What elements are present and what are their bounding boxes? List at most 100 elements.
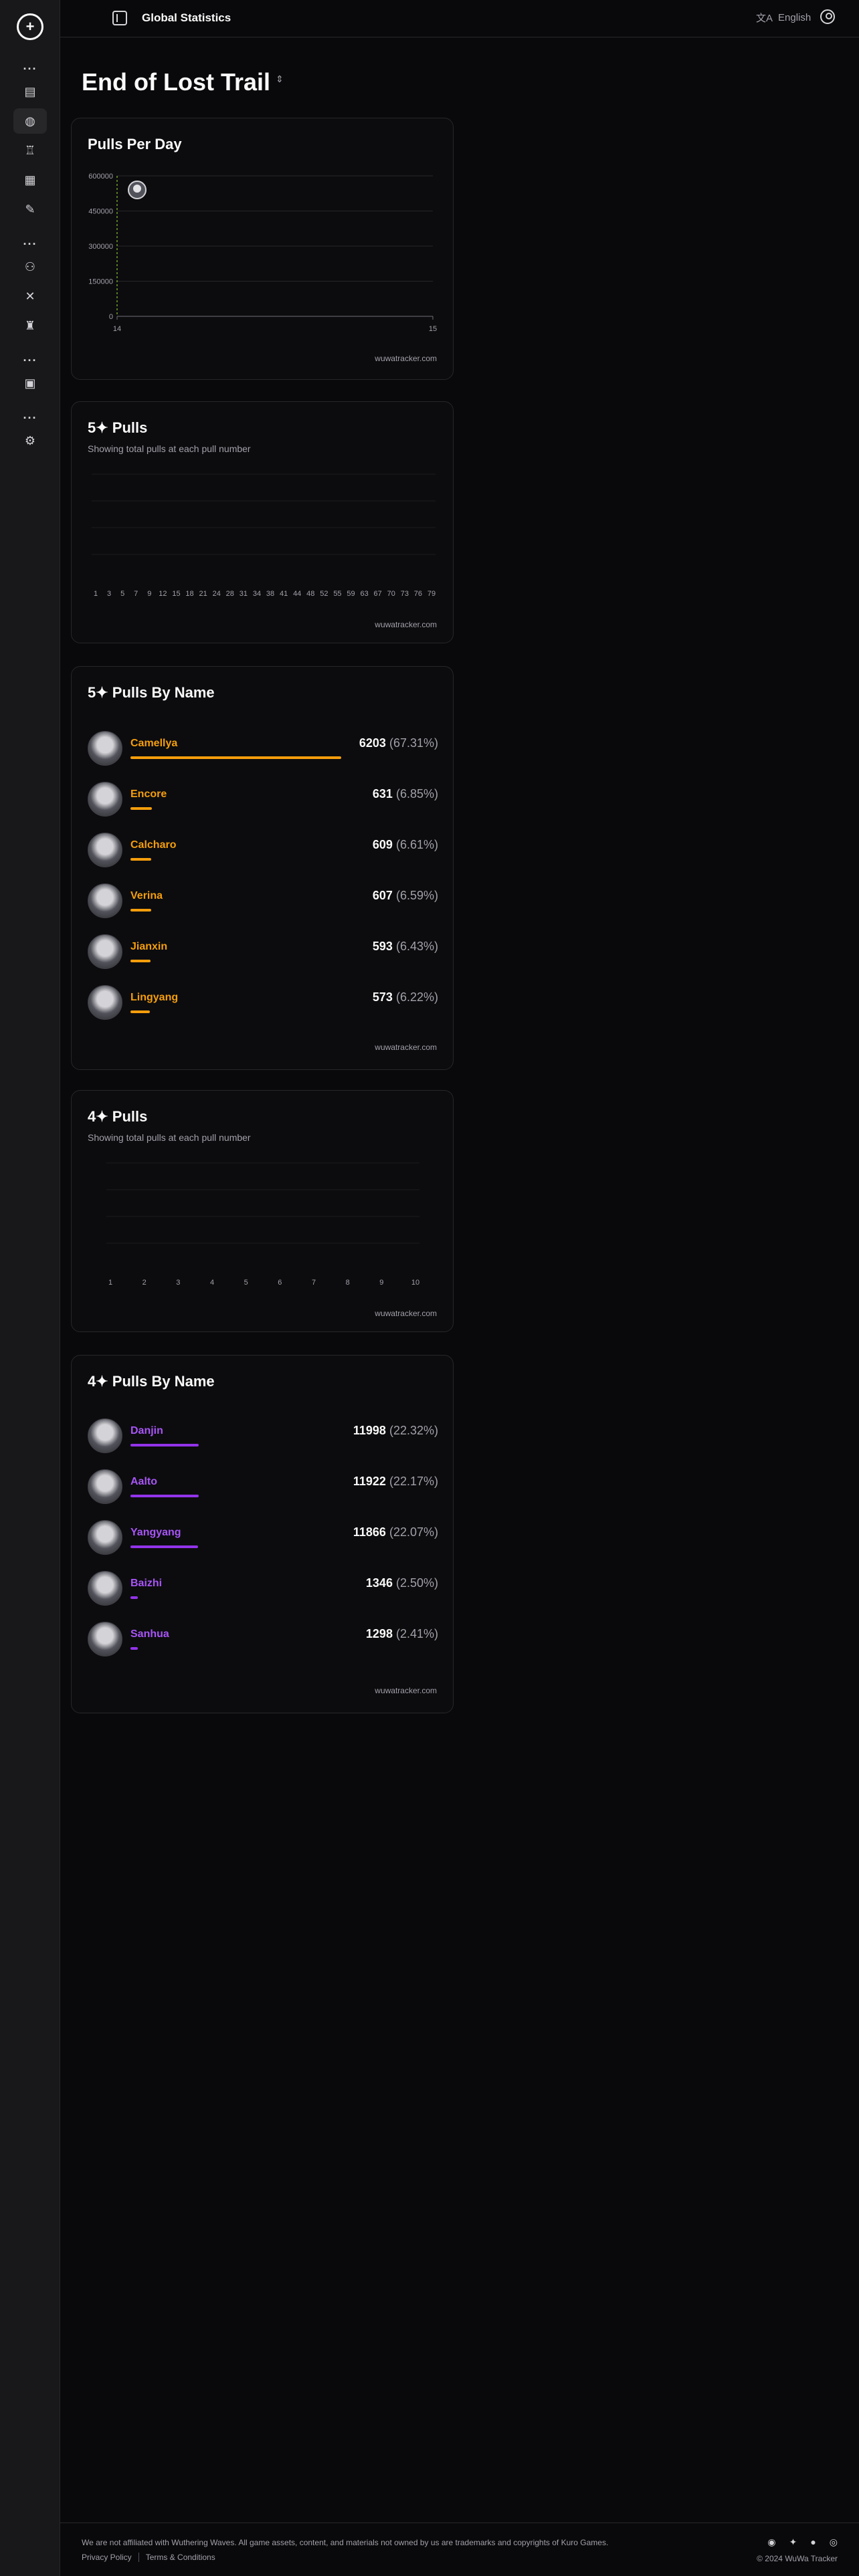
sidebar-more-icon[interactable]: ··· [13, 56, 47, 82]
x-tick-label: 15 [429, 325, 437, 333]
x-tick-label: 79 [427, 590, 436, 598]
character-name: Camellya [130, 738, 178, 749]
x-tick-label: 15 [172, 590, 180, 598]
character-row: Camellya 6203 (67.31%) [88, 731, 438, 771]
pull-count: 1298 [365, 1627, 393, 1640]
pull-count: 607 [372, 889, 393, 902]
character-count: 609 (6.61%) [373, 838, 438, 852]
sidebar-item-characters-icon[interactable]: ⚇ [13, 254, 47, 280]
watermark: wuwatracker.com [375, 620, 437, 629]
x-tick-label: 3 [176, 1279, 180, 1287]
character-row: Calcharo 609 (6.61%) [88, 833, 438, 873]
data-point-avatar [133, 185, 141, 193]
reddit-icon[interactable]: ● [810, 2537, 816, 2548]
banner-select-chevron-icon[interactable]: ⇕ [276, 74, 284, 85]
x-tick-label: 18 [185, 590, 193, 598]
user-account-icon[interactable] [820, 9, 835, 24]
watermark: wuwatracker.com [371, 1686, 437, 1695]
pulls-per-day-chart: 600000 450000 300000 150000 014 15 [88, 173, 437, 333]
pull-percent: (2.41%) [395, 1627, 438, 1640]
character-count: 11922 (22.17%) [353, 1475, 438, 1489]
app-logo-icon[interactable]: + [17, 13, 43, 40]
pulls-per-day-card: Pulls Per Day 600000 450000 300000 150000 0 1… [71, 118, 454, 380]
character-avatar [88, 1571, 122, 1606]
five-star-by-name-card: 5✦ Pulls By Name Camellya 6203 (67.31%) En… [71, 666, 454, 1070]
sidebar-item-shop-icon[interactable]: ▣ [13, 370, 47, 396]
character-name: Yangyang [130, 1527, 181, 1538]
character-row: Aalto 11922 (22.17%) [88, 1469, 438, 1509]
footer: We are not affiliated with Wuthering Wav… [60, 2523, 859, 2576]
sidebar-item-echoes-icon[interactable]: ♜ [13, 313, 47, 338]
x-tick-label: 24 [213, 590, 221, 598]
character-share-bar [130, 960, 151, 962]
character-name: Aalto [130, 1476, 157, 1487]
github-icon[interactable]: ◎ [830, 2537, 838, 2548]
pull-count: 631 [372, 787, 393, 800]
sidebar-item-achievements-icon[interactable]: ♖ [13, 138, 47, 163]
x-tick-label: 1 [94, 590, 98, 598]
five-star-pulls-card: 5✦ Pulls Showing total pulls at each pul… [71, 401, 454, 643]
character-share-bar [130, 1596, 138, 1599]
character-row: Verina 607 (6.59%) [88, 883, 438, 924]
sidebar-more-icon[interactable]: ··· [13, 348, 47, 373]
pull-percent: (67.31%) [389, 736, 438, 750]
y-tick-label: 450000 [88, 208, 113, 216]
pull-count: 11866 [353, 1525, 386, 1539]
x-tick-label: 10 [411, 1279, 419, 1287]
x-tick-label: 21 [199, 590, 207, 598]
privacy-policy-link[interactable]: Privacy Policy [82, 2553, 132, 2562]
sidebar-toggle-icon[interactable] [112, 11, 127, 25]
x-tick-label: 2 [142, 1279, 147, 1287]
sidebar-item-global-stats-icon[interactable]: ◍ [13, 108, 47, 134]
pull-percent: (22.07%) [389, 1525, 438, 1539]
four-star-pulls-chart: 1 2 3 4 5 6 7 8 9 10 [106, 1162, 419, 1287]
page-title: End of Lost Trail [82, 68, 271, 96]
pull-percent: (6.61%) [395, 838, 438, 851]
x-tick-label: 3 [107, 590, 111, 598]
pull-count: 593 [372, 940, 393, 953]
x-tick-label: 48 [306, 590, 314, 598]
character-row: Yangyang 11866 (22.07%) [88, 1520, 438, 1560]
x-tick-label: 14 [113, 325, 121, 333]
footer-disclaimer: We are not affiliated with Wuthering Wav… [82, 2538, 609, 2547]
discord-icon[interactable]: ◉ [767, 2537, 775, 2548]
sidebar-item-weapons-icon[interactable]: ✕ [13, 284, 47, 309]
translate-icon: 文A [756, 13, 773, 24]
character-share-bar [130, 909, 151, 911]
pull-percent: (22.32%) [389, 1424, 438, 1437]
x-tick-label: 12 [159, 590, 167, 598]
watermark: wuwatracker.com [375, 1043, 437, 1052]
x-tick-label: 5 [244, 1279, 248, 1287]
sidebar-item-tracker-icon[interactable]: ▤ [13, 79, 47, 104]
sidebar-item-settings-icon[interactable]: ⚙ [13, 428, 47, 453]
character-share-bar [130, 807, 152, 810]
sidebar-item-planner-icon[interactable]: ✎ [13, 197, 47, 222]
pull-count: 573 [372, 990, 393, 1004]
character-count: 593 (6.43%) [373, 940, 438, 954]
terms-link[interactable]: Terms & Conditions [146, 2553, 215, 2562]
x-tick-label: 9 [379, 1279, 383, 1287]
sidebar-more-icon[interactable]: ··· [13, 231, 47, 257]
four-star-pulls-card: 4✦ Pulls Showing total pulls at each pul… [71, 1090, 454, 1332]
character-count: 607 (6.59%) [373, 889, 438, 903]
twitter-icon[interactable]: ✦ [789, 2537, 797, 2548]
character-name: Lingyang [130, 992, 179, 1003]
y-tick-label: 300000 [88, 243, 113, 251]
x-tick-label: 1 [108, 1279, 112, 1287]
x-tick-label: 70 [387, 590, 395, 598]
character-share-bar [130, 1495, 199, 1497]
x-tick-label: 41 [280, 590, 288, 598]
x-tick-label: 6 [278, 1279, 282, 1287]
language-label: English [778, 12, 812, 23]
x-tick-label: 44 [293, 590, 301, 598]
sidebar-more-icon[interactable]: ··· [13, 405, 47, 431]
character-name: Jianxin [130, 941, 168, 952]
x-tick-label: 67 [374, 590, 382, 598]
sidebar-item-calendar-icon[interactable]: ▦ [13, 167, 47, 193]
character-row: Encore 631 (6.85%) [88, 782, 438, 822]
pull-count: 6203 [359, 736, 386, 750]
social-links: ◉ ✦ ● ◎ [767, 2537, 838, 2548]
y-tick-label: 0 [109, 313, 113, 321]
language-button[interactable]: 文A English [756, 11, 811, 25]
character-avatar [88, 1469, 122, 1504]
